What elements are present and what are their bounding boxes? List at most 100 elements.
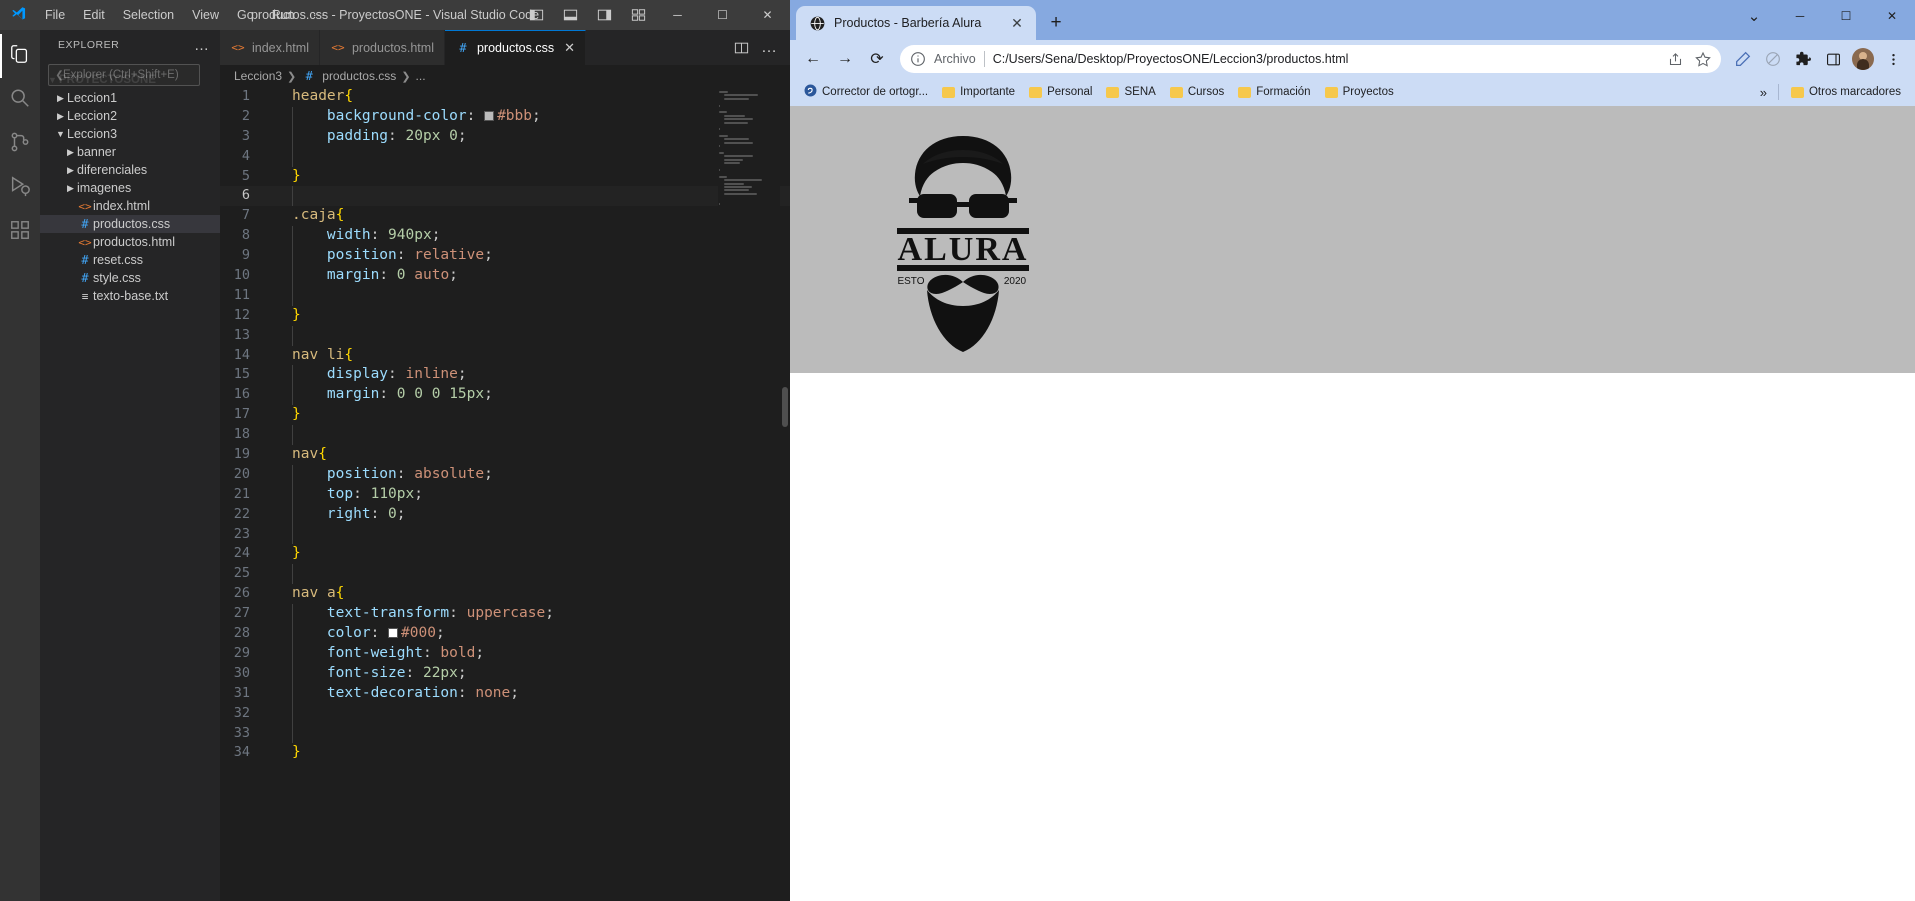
customize-layout-icon[interactable] [621,0,655,30]
code-line[interactable]: 25 [220,564,790,585]
tab-productos-css[interactable]: # productos.css ✕ [444,30,586,65]
tree-item-leccion1[interactable]: ▶ Leccion1 [40,89,220,107]
browser-tab-search-button[interactable]: ⌄ [1731,0,1777,32]
code-line[interactable]: 11 [220,285,790,306]
tree-item-texto-base-txt[interactable]: ≡ texto-base.txt [40,287,220,305]
code-line[interactable]: 3 padding: 20px 0; [220,126,790,147]
code-line[interactable]: 5} [220,167,790,187]
kebab-menu-icon[interactable] [1879,45,1907,73]
menu-selection[interactable]: Selection [114,4,183,26]
tree-item-productos-html[interactable]: <> productos.html [40,233,220,251]
color-swatch[interactable] [484,110,495,121]
code-line[interactable]: 7 .caja{ [220,206,790,226]
vscode-minimize-button[interactable]: ─ [655,0,700,30]
code-line[interactable]: 34} [220,743,790,763]
tree-item-diferenciales[interactable]: ▶ diferenciales [40,161,220,179]
sidebar-item-search[interactable] [0,78,40,122]
vscode-close-button[interactable]: ✕ [745,0,790,30]
bookmark-sena[interactable]: SENA [1100,83,1161,101]
close-icon[interactable]: ✕ [1008,15,1026,32]
code-line[interactable]: 19 nav{ [220,445,790,465]
menu-run[interactable]: Run [263,4,304,26]
url-text[interactable]: C:/Users/Sena/Desktop/ProyectosONE/Lecci… [993,52,1657,66]
tree-item-reset-css[interactable]: # reset.css [40,251,220,269]
sidebar-icon[interactable] [1819,45,1847,73]
editor-more-actions-icon[interactable]: … [756,30,782,65]
sidebar-item-source-control[interactable] [0,122,40,166]
explorer-search-input[interactable]: ❮ Explorer (Ctrl+Shift+E) [48,64,200,86]
bookmark-corrector[interactable]: Corrector de ortogr... [798,81,934,103]
code-line[interactable]: 30 font-size: 22px; [220,663,790,684]
code-line[interactable]: 14 nav li{ [220,346,790,366]
code-line[interactable]: 32 [220,703,790,724]
menu-edit[interactable]: Edit [74,4,114,26]
back-button[interactable]: ← [798,44,828,74]
bookmark-personal[interactable]: Personal [1023,83,1098,101]
code-line[interactable]: 26 nav a{ [220,584,790,604]
code-line[interactable]: 10 margin: 0 auto; [220,266,790,286]
forward-button[interactable]: → [830,44,860,74]
tree-item-banner[interactable]: ▶ banner [40,143,220,161]
tree-item-leccion2[interactable]: ▶ Leccion2 [40,107,220,125]
tree-item-leccion3[interactable]: ▼ Leccion3 [40,125,220,143]
star-icon[interactable] [1693,49,1713,69]
sidebar-item-extensions[interactable] [0,210,40,254]
code-line[interactable]: 20 position: absolute; [220,464,790,485]
code-line[interactable]: 12} [220,306,790,326]
tab-index-html[interactable]: <> index.html [220,30,320,65]
breadcrumb-folder[interactable]: Leccion3 [234,69,282,83]
code-line[interactable]: 18 [220,425,790,446]
bookmark-cursos[interactable]: Cursos [1164,83,1230,101]
code-line[interactable]: 23 [220,524,790,545]
toggle-primary-sidebar-icon[interactable] [519,0,553,30]
code-line[interactable]: 29 font-weight: bold; [220,643,790,664]
share-icon[interactable] [1665,49,1685,69]
toggle-secondary-sidebar-icon[interactable] [587,0,621,30]
toggle-panel-icon[interactable] [553,0,587,30]
address-bar[interactable]: Archivo C:/Users/Sena/Desktop/ProyectosO… [900,45,1721,73]
code-line[interactable]: 22 right: 0; [220,504,790,525]
code-line[interactable]: 4 [220,146,790,167]
bookmarks-overflow-button[interactable]: » [1755,82,1772,103]
menu-more[interactable]: ··· [304,4,335,26]
explorer-more-actions-icon[interactable]: … [194,37,214,54]
bookmark-importante[interactable]: Importante [936,83,1021,101]
code-line[interactable]: 16 margin: 0 0 0 15px; [220,385,790,406]
code-line[interactable]: 28 color: #000; [220,624,790,644]
browser-close-button[interactable]: ✕ [1869,0,1915,32]
code-line[interactable]: 17} [220,405,790,425]
pen-icon[interactable] [1729,45,1757,73]
sidebar-item-run-debug[interactable] [0,166,40,210]
tree-item-index-html[interactable]: <> index.html [40,197,220,215]
tree-item-imagenes[interactable]: ▶ imagenes [40,179,220,197]
tab-close-icon[interactable]: ✕ [564,40,575,56]
vscode-menubar[interactable]: File Edit Selection View Go Run ··· [36,4,334,26]
code-line[interactable]: 13 [220,325,790,346]
browser-tab-productos[interactable]: Productos - Barbería Alura ✕ [796,6,1036,40]
code-line[interactable]: 9 position: relative; [220,246,790,267]
no-entry-icon[interactable] [1759,45,1787,73]
code-line[interactable]: 21 top: 110px; [220,484,790,505]
browser-maximize-button[interactable]: ☐ [1823,0,1869,32]
editor-scrollbar[interactable] [782,387,788,427]
menu-view[interactable]: View [183,4,228,26]
menu-file[interactable]: File [36,4,74,26]
code-line[interactable]: 31 text-decoration: none; [220,683,790,704]
code-line[interactable]: 15 display: inline; [220,365,790,386]
breadcrumb-file[interactable]: productos.css [322,69,396,83]
bookmark-otros-marcadores[interactable]: Otros marcadores [1785,83,1907,101]
extensions-icon[interactable] [1789,45,1817,73]
breadcrumb-symbol[interactable]: ... [416,69,426,83]
page-info-icon[interactable] [910,51,926,67]
code-line[interactable]: 1 header{ [220,87,790,107]
code-line[interactable]: 24} [220,544,790,564]
sidebar-item-explorer[interactable] [0,34,40,78]
tree-item-style-css[interactable]: # style.css [40,269,220,287]
vscode-maximize-button[interactable]: ☐ [700,0,745,30]
bookmark-formacion[interactable]: Formación [1232,83,1316,101]
bookmark-proyectos[interactable]: Proyectos [1319,83,1400,101]
code-line[interactable]: 2 background-color: #bbb; [220,106,790,127]
code-line[interactable]: 6 [220,186,790,207]
reload-button[interactable]: ⟳ [862,44,892,74]
profile-avatar[interactable] [1852,48,1874,70]
